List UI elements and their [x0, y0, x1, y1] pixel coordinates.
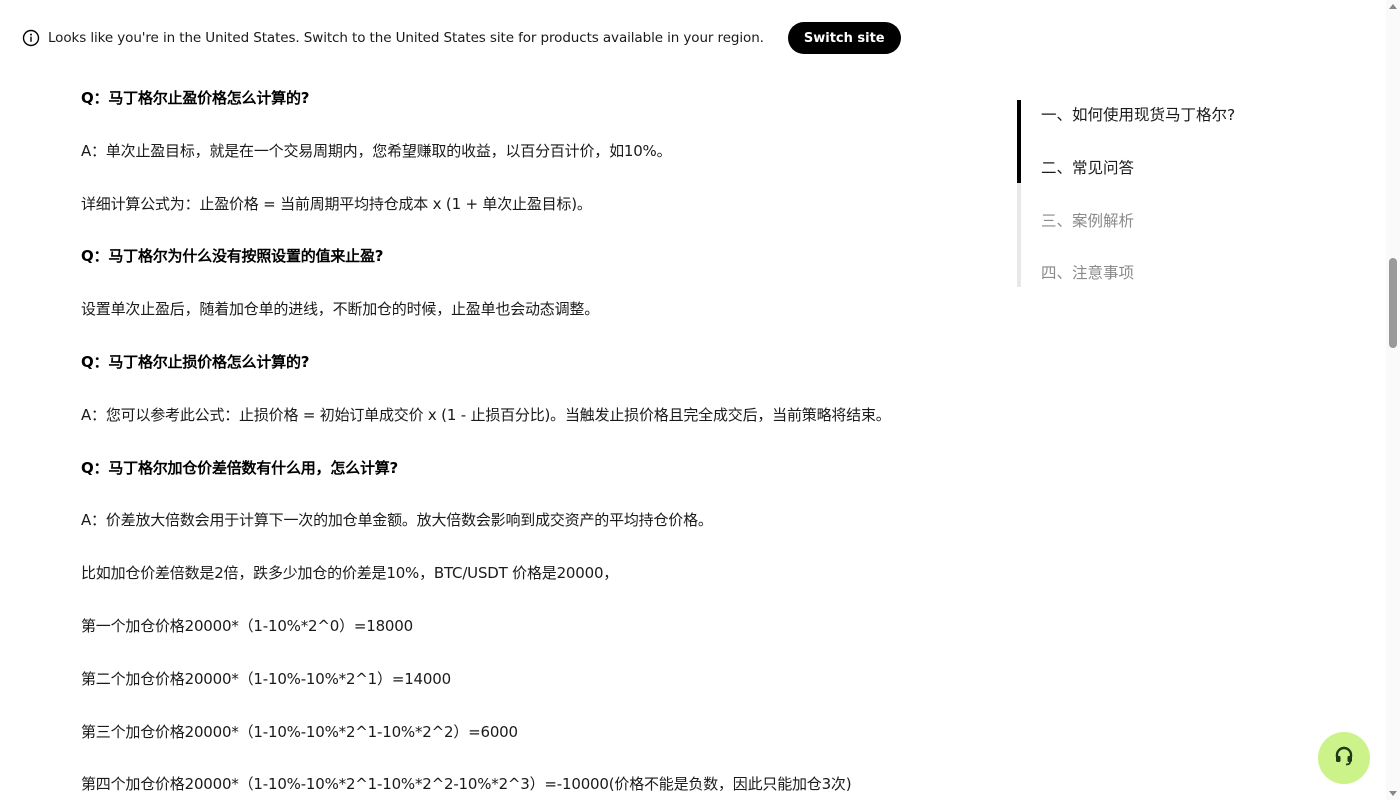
- page-scrollbar[interactable]: [1386, 0, 1400, 800]
- faq-answer: 第一个加仓价格20000*（1-10%*2^0）=18000: [81, 616, 413, 635]
- faq-answer: 第三个加仓价格20000*（1-10%-10%*2^1-10%*2^2）=600…: [81, 722, 518, 741]
- toc-progress-indicator: [1017, 100, 1021, 183]
- faq-answer: A：价差放大倍数会用于计算下一次的加仓单金额。放大倍数会影响到成交资产的平均持仓…: [81, 511, 713, 530]
- scroll-down-arrow-icon[interactable]: [1389, 791, 1397, 796]
- table-of-contents: 一、如何使用现货马丁格尔? 二、常见问答 三、案例解析 四、注意事项: [1017, 100, 1277, 287]
- faq-answer: 设置单次止盈后，随着加仓单的进线，不断加仓的时候，止盈单也会动态调整。: [81, 300, 600, 319]
- toc-item-case-study[interactable]: 三、案例解析: [1041, 209, 1134, 231]
- faq-question: Q：马丁格尔止盈价格怎么计算的?: [81, 89, 310, 107]
- customer-support-button[interactable]: [1318, 732, 1370, 784]
- faq-question: Q：马丁格尔止损价格怎么计算的?: [81, 352, 310, 371]
- faq-answer: A：您可以参考此公式：止损价格 = 初始订单成交价 x (1 - 止损百分比)。…: [81, 405, 891, 424]
- region-banner: Looks like you're in the United States. …: [0, 0, 1386, 76]
- faq-answer: 比如加仓价差倍数是2倍，跌多少加仓的价差是10%，BTC/USDT 价格是200…: [81, 564, 619, 583]
- scroll-up-arrow-icon[interactable]: [1389, 4, 1397, 9]
- faq-answer: 详细计算公式为：止盈价格 = 当前周期平均持仓成本 x (1 + 单次止盈目标)…: [81, 194, 592, 213]
- info-icon: [22, 29, 40, 47]
- toc-item-faq[interactable]: 二、常见问答: [1041, 156, 1134, 178]
- headset-icon: [1332, 744, 1356, 772]
- faq-answer: 第二个加仓价格20000*（1-10%-10%*2^1）=14000: [81, 669, 451, 688]
- faq-answer: 第四个加仓价格20000*（1-10%-10%*2^1-10%*2^2-10%*…: [81, 775, 852, 794]
- article-body: Q：马丁格尔止盈价格怎么计算的? A：单次止盈目标，就是在一个交易周期内，您希望…: [81, 86, 981, 800]
- region-banner-message: Looks like you're in the United States. …: [48, 30, 764, 46]
- faq-answer: A：单次止盈目标，就是在一个交易周期内，您希望赚取的收益，以百分百计价，如10%…: [81, 141, 672, 160]
- faq-question: Q：马丁格尔加仓价差倍数有什么用，怎么计算?: [81, 458, 399, 477]
- faq-question: Q：马丁格尔为什么没有按照设置的值来止盈?: [81, 247, 384, 266]
- switch-site-button[interactable]: Switch site: [787, 22, 901, 54]
- toc-item-how-to-use[interactable]: 一、如何使用现货马丁格尔?: [1041, 103, 1235, 125]
- scrollbar-thumb[interactable]: [1389, 258, 1397, 348]
- toc-item-notes[interactable]: 四、注意事项: [1041, 261, 1134, 283]
